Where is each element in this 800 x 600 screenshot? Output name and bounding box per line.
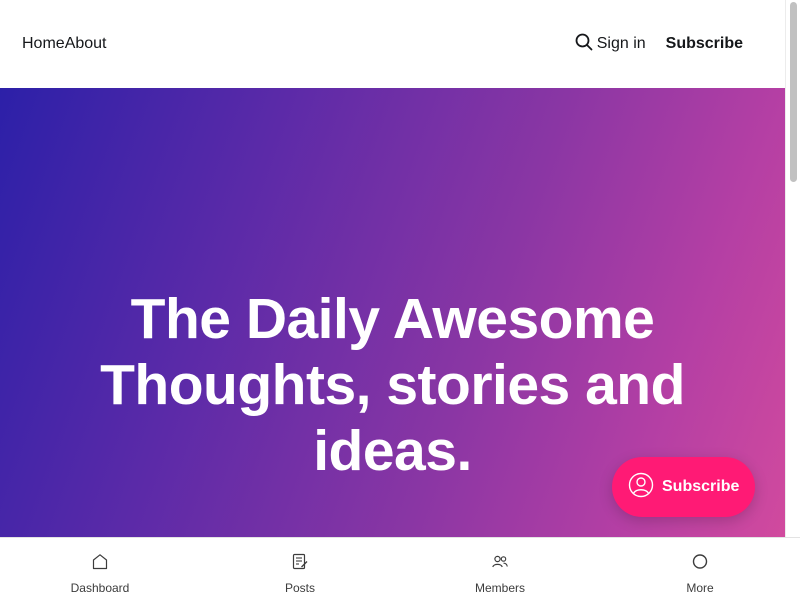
user-circle-icon	[628, 472, 654, 503]
tab-dashboard[interactable]: Dashboard	[0, 538, 200, 600]
primary-nav: Home About	[22, 35, 107, 53]
hero-title-line-2: Thoughts, stories and	[100, 353, 685, 417]
members-icon	[491, 553, 509, 575]
search-icon	[575, 33, 597, 56]
hero-title-line-3: ideas.	[313, 419, 472, 483]
tab-label: Posts	[284, 581, 315, 595]
subscribe-button[interactable]: Subscribe	[666, 35, 743, 53]
posts-icon	[291, 553, 309, 575]
circle-icon	[691, 553, 709, 575]
hero-title: The Daily Awesome Thoughts, stories and …	[60, 286, 725, 484]
page-scrollbar[interactable]	[785, 0, 800, 538]
bottom-tab-bar: Dashboard Posts Members More	[0, 537, 800, 600]
tab-more[interactable]: More	[600, 538, 800, 600]
signin-label: Sign in	[596, 35, 646, 52]
tab-label: Dashboard	[70, 581, 130, 595]
tab-members[interactable]: Members	[400, 538, 600, 600]
floating-subscribe-label: Subscribe	[662, 478, 740, 495]
signin-button[interactable]: Sign in	[575, 33, 646, 56]
tab-label: Members	[474, 581, 525, 595]
nav-about-link[interactable]: About	[65, 35, 107, 53]
header-actions: Sign in Subscribe	[575, 33, 743, 56]
hero-title-line-1: The Daily Awesome	[130, 287, 655, 351]
nav-home-link[interactable]: Home	[22, 35, 65, 53]
scrollbar-thumb[interactable]	[790, 2, 797, 182]
tab-label: More	[686, 581, 714, 595]
tab-posts[interactable]: Posts	[200, 538, 400, 600]
home-icon	[91, 553, 109, 575]
floating-subscribe-button[interactable]: Subscribe	[612, 457, 755, 517]
site-header: Home About Sign in Subscribe	[0, 0, 785, 88]
